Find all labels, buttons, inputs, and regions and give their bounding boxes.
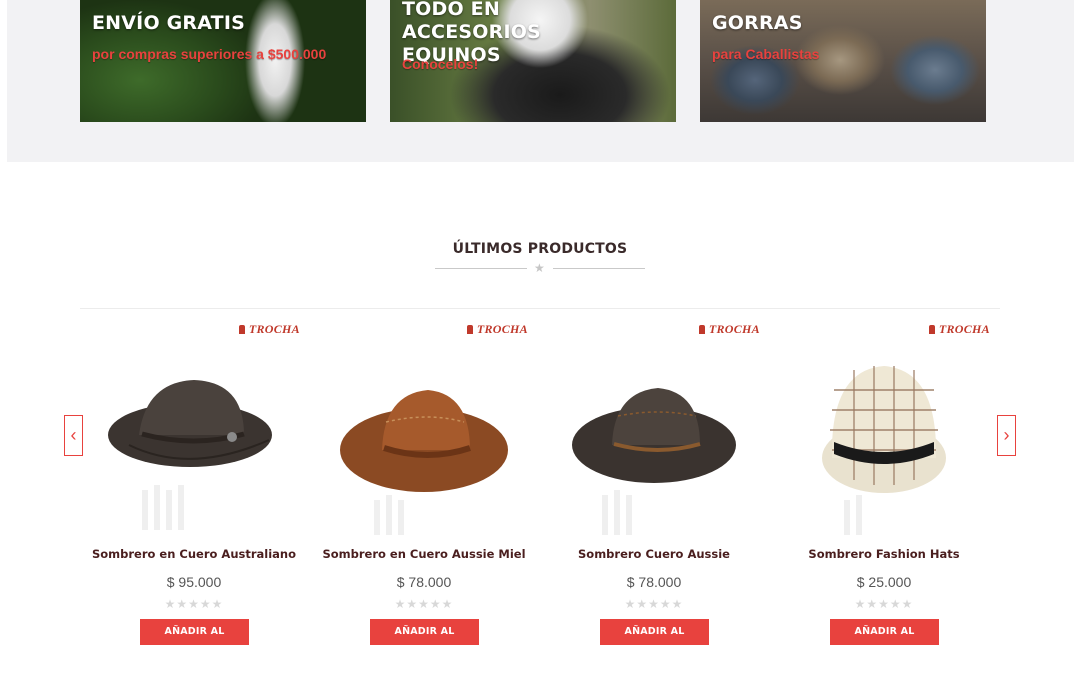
- brand-logo: TROCHA: [698, 322, 760, 337]
- add-to-cart-button[interactable]: AÑADIR AL CARRITO: [600, 619, 709, 663]
- product-image[interactable]: [554, 350, 754, 540]
- promo-subtitle: para Caballistas: [712, 46, 820, 62]
- ribbon-icon: [238, 325, 245, 334]
- brand-label: TROCHA: [476, 322, 528, 336]
- product-price: $ 78.000: [396, 574, 452, 590]
- add-to-cart-button[interactable]: AÑADIR AL CARRITO: [140, 619, 249, 663]
- promo-caps[interactable]: GORRAS para Caballistas: [700, 0, 986, 122]
- brand-label: TROCHA: [938, 322, 990, 336]
- rating-stars-icon: ★★★★★: [394, 597, 454, 611]
- rating-stars-icon: ★★★★★: [624, 597, 684, 611]
- product-card: TROCHA Sombrero Fashion Hats $ 25.000 ★★…: [774, 310, 994, 663]
- product-card: TROCHA Sombrero Cuero Aussie $ 78.000 ★★…: [544, 310, 764, 663]
- promo-subtitle: por compras superiores a $500.000: [92, 46, 327, 62]
- carousel-next-button[interactable]: ›: [997, 415, 1016, 456]
- product-name[interactable]: Sombrero en Cuero Australiano: [84, 547, 304, 561]
- promo-title: ENVÍO GRATIS: [92, 12, 245, 34]
- brand-logo: TROCHA: [238, 322, 300, 337]
- product-name[interactable]: Sombrero Cuero Aussie: [544, 547, 764, 561]
- rating-stars-icon: ★★★★★: [854, 597, 914, 611]
- add-to-cart-button[interactable]: AÑADIR AL CARRITO: [830, 619, 939, 663]
- promo-subtitle: Conocelos!: [402, 56, 479, 72]
- section-title: ÚLTIMOS PRODUCTOS: [452, 241, 628, 257]
- ribbon-icon: [466, 325, 473, 334]
- product-name[interactable]: Sombrero en Cuero Aussie Miel: [314, 547, 534, 561]
- star-icon: ★: [534, 261, 545, 275]
- promo-free-shipping[interactable]: ENVÍO GRATIS por compras superiores a $5…: [80, 0, 366, 122]
- add-to-cart-button[interactable]: AÑADIR AL CARRITO: [370, 619, 479, 663]
- product-image[interactable]: [784, 350, 984, 540]
- promo-title: GORRAS: [712, 12, 803, 34]
- rating-stars-icon: ★★★★★: [164, 597, 224, 611]
- chevron-left-icon: ‹: [70, 425, 77, 445]
- product-image[interactable]: [324, 350, 524, 540]
- ribbon-icon: [698, 325, 705, 334]
- product-card: TROCHA Sombrero en Cuero Australiano $ 9…: [84, 310, 304, 663]
- promo-equine-accessories[interactable]: TODO EN ACCESORIOS EQUINOS Conocelos!: [390, 0, 676, 122]
- section-rule: [80, 308, 1000, 309]
- brand-label: TROCHA: [708, 322, 760, 336]
- brand-label: TROCHA: [248, 322, 300, 336]
- product-price: $ 25.000: [856, 574, 912, 590]
- brand-logo: TROCHA: [466, 322, 528, 337]
- chevron-right-icon: ›: [1003, 425, 1010, 445]
- divider-line-left: [435, 268, 527, 269]
- product-card: TROCHA Sombrero en Cuero Aussie Miel $ 7…: [314, 310, 534, 663]
- product-image[interactable]: [94, 350, 294, 540]
- brand-logo: TROCHA: [928, 322, 990, 337]
- ribbon-icon: [928, 325, 935, 334]
- divider-line-right: [553, 268, 645, 269]
- product-name[interactable]: Sombrero Fashion Hats: [774, 547, 994, 561]
- carousel-prev-button[interactable]: ‹: [64, 415, 83, 456]
- product-price: $ 95.000: [166, 574, 222, 590]
- product-price: $ 78.000: [626, 574, 682, 590]
